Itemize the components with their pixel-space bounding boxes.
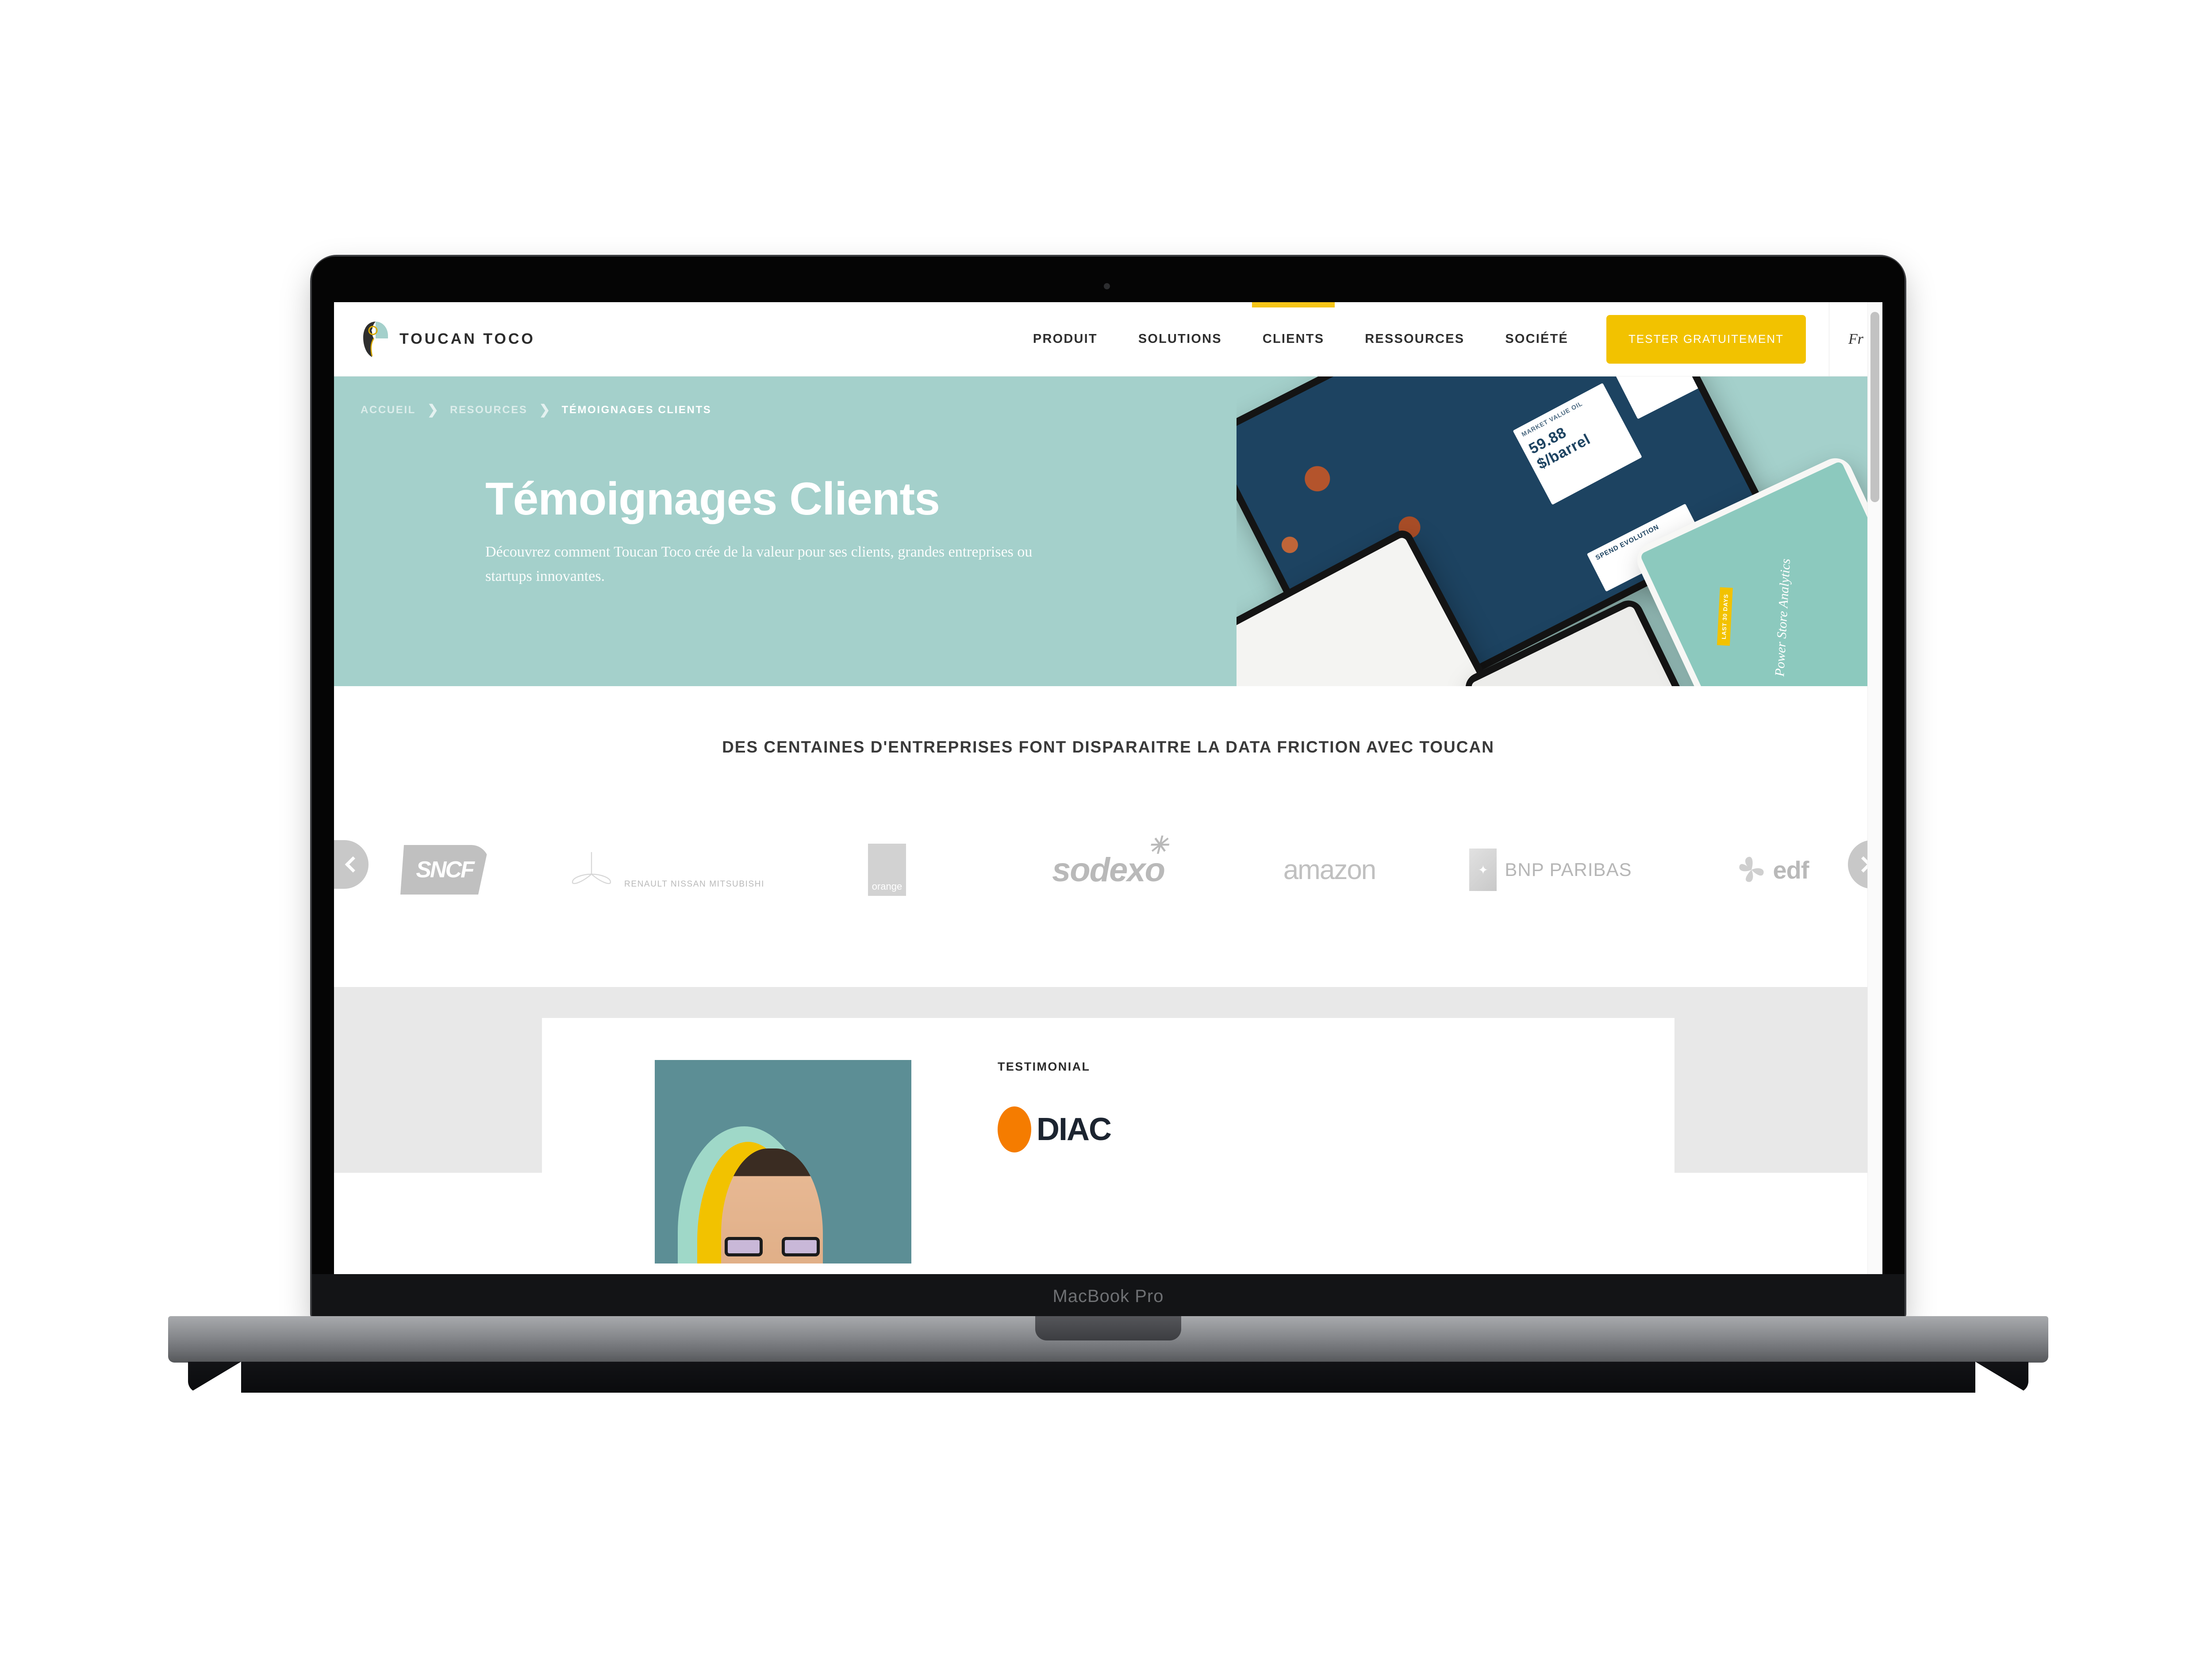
testimonial-body: TESTIMONIAL DIAC [998,1060,1112,1152]
website-page: TOUCAN TOCO PRODUIT SOLUTIONS CLIENTS RE… [334,302,1882,1274]
hero-devices-image: CASH POOL Centralized Not centralized Tr… [1237,376,1882,686]
hero-subtitle: Découvrez comment Toucan Toco crée de la… [485,544,1033,585]
macbook-pro-mockup: TOUCAN TOCO PRODUIT SOLUTIONS CLIENTS RE… [312,257,1905,1318]
sncf-wordmark: SNCF [400,845,489,895]
amazon-wordmark: amazon [1283,854,1377,885]
page-scrollbar-thumb[interactable] [1870,312,1879,502]
testimonial-kicker: TESTIMONIAL [998,1060,1091,1073]
toucan-bird-logo-icon [361,321,392,358]
hero-text-block: ACCUEIL ❯ RESOURCES ❯ TÉMOIGNAGES CLIENT… [361,376,1157,588]
testimonial-section: TESTIMONIAL DIAC [334,987,1882,1263]
page-scrollbar[interactable] [1867,302,1882,1274]
main-nav: PRODUIT SOLUTIONS CLIENTS RESSOURCES SOC… [1013,302,1882,376]
breadcrumb-separator-icon: ❯ [539,403,550,417]
renault-nissan-mitsubishi-wordmark: RENAULT NISSAN MITSUBISHI [624,879,764,889]
glasses-lens-left [725,1237,763,1256]
page-title: Témoignages Clients [485,473,940,525]
browser-viewport: TOUCAN TOCO PRODUIT SOLUTIONS CLIENTS RE… [334,302,1882,1274]
edf-flower-icon [1735,853,1768,886]
breadcrumb: ACCUEIL ❯ RESOURCES ❯ TÉMOIGNAGES CLIENT… [361,376,1157,418]
sodexo-star-icon: ✳ [1148,832,1168,859]
nav-item-clients[interactable]: CLIENTS [1242,302,1344,376]
breadcrumb-item-resources[interactable]: RESOURCES [450,404,527,416]
macbook-pro-label: MacBook Pro [1052,1286,1164,1306]
hero-tile-market-value-oil: MARKET VALUE OIL 59.88 $/barrel [1513,383,1642,505]
power-store-badge: LAST 30 DAYS [1717,587,1733,646]
breadcrumb-item-accueil[interactable]: ACCUEIL [361,404,416,416]
diac-logo: DIAC [998,1106,1112,1152]
bnp-paribas-wordmark: BNP PARIBAS [1505,859,1632,880]
client-logo-orange: orange [776,844,998,896]
brand-logo-link[interactable]: TOUCAN TOCO [361,321,535,358]
nav-item-produit[interactable]: PRODUIT [1013,302,1118,376]
testimonial-card[interactable]: TESTIMONIAL DIAC [542,1018,1674,1263]
trusted-by-title: DES CENTAINES D'ENTREPRISES FONT DISPARA… [722,737,1494,756]
portrait-glasses-icon [725,1237,820,1256]
trusted-by-section: DES CENTAINES D'ENTREPRISES FONT DISPARA… [334,686,1882,987]
nav-item-solutions[interactable]: SOLUTIONS [1118,302,1242,376]
diac-wordmark: DIAC [1037,1112,1112,1147]
renault-alliance-icon [567,852,624,894]
laptop-foot [188,1362,2028,1394]
client-logo-bnp-paribas: ✦ BNP PARIBAS [1440,849,1661,891]
orange-wordmark: orange [868,844,906,896]
site-header: TOUCAN TOCO PRODUIT SOLUTIONS CLIENTS RE… [334,302,1882,376]
chevron-left-icon [345,856,361,873]
client-logo-amazon: amazon [1219,854,1440,886]
testimonial-portrait-photo [655,1060,911,1263]
breadcrumb-separator-icon: ❯ [427,403,439,417]
hero-tile-market-value-gas: MARKET VALUE GAS [1607,376,1723,419]
market-value-oil-value: 59.88 $/barrel [1526,424,1594,473]
power-store-title: Power Store Analytics [1772,558,1793,677]
tester-gratuitement-button[interactable]: TESTER GRATUITEMENT [1606,315,1806,364]
diac-circle-icon [998,1106,1031,1152]
sodexo-wordmark: sodexo ✳ [1052,832,1168,889]
nav-item-societe[interactable]: SOCIÉTÉ [1485,302,1589,376]
edf-wordmark: edf [1773,856,1809,884]
client-logo-carousel: SNCF RENAULT NISSAN MITSUBISHI orange so… [334,819,1882,921]
client-logo-renault-nissan-mitsubishi: RENAULT NISSAN MITSUBISHI [555,850,776,889]
glasses-lens-right [782,1237,820,1256]
nav-item-ressources[interactable]: RESSOURCES [1344,302,1485,376]
laptop-base-notch [1035,1316,1181,1340]
breadcrumb-item-temoignages-clients: TÉMOIGNAGES CLIENTS [561,403,712,416]
bnp-stars-icon: ✦ [1469,849,1497,891]
laptop-lid-chin: MacBook Pro [312,1274,1905,1318]
brand-name: TOUCAN TOCO [399,330,535,347]
client-logo-sodexo: sodexo ✳ [998,832,1219,889]
webcam-icon [1104,283,1110,289]
hero-section: CASH POOL Centralized Not centralized Tr… [334,376,1882,686]
